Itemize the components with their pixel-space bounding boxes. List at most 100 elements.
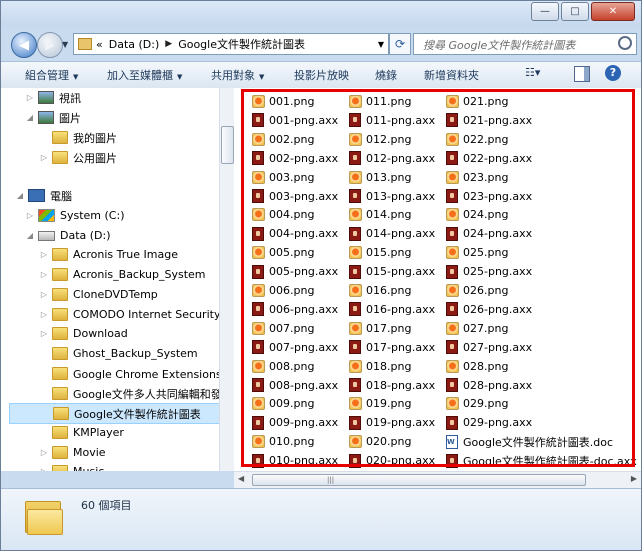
expander-icon[interactable]: ▷	[39, 250, 49, 259]
nav-item[interactable]: ▷ Music	[39, 462, 104, 471]
nav-item[interactable]: ▷ Movie	[39, 443, 106, 462]
expander-icon[interactable]: ▷	[39, 310, 49, 319]
nav-item-label: System (C:)	[60, 209, 125, 222]
expander-icon[interactable]: ▷	[39, 329, 49, 338]
nav-item[interactable]: ◢ Data (D:)	[25, 226, 111, 245]
nav-item[interactable]: KMPlayer	[39, 423, 124, 442]
folder-icon	[53, 407, 69, 420]
horizontal-scrollbar[interactable]: ◀ ||| ▶	[234, 471, 641, 488]
expander-icon[interactable]: ▷	[25, 211, 35, 220]
nav-item[interactable]: ▷ System (C:)	[25, 206, 125, 225]
minimize-button[interactable]: —	[531, 2, 559, 21]
highlight-box	[241, 89, 635, 467]
breadcrumb-folder[interactable]: Google文件製作統計圖表	[178, 36, 305, 52]
close-button[interactable]: ✕	[591, 2, 635, 21]
expander-icon[interactable]: ▷	[39, 467, 49, 471]
nav-item[interactable]: ▷ Acronis_Backup_System	[39, 265, 206, 284]
folder-icon	[52, 465, 68, 471]
burn-button[interactable]: 燒錄	[375, 67, 397, 83]
expander-icon[interactable]: ◢	[25, 231, 35, 240]
computer-icon	[28, 189, 45, 202]
nav-item-label: CloneDVDTemp	[73, 288, 158, 301]
folder-icon	[52, 151, 68, 164]
nav-item[interactable]: 我的圖片	[39, 128, 117, 147]
expander-icon[interactable]: ▷	[39, 448, 49, 457]
folder-icon	[52, 347, 68, 360]
nav-item-label: Ghost_Backup_System	[73, 347, 198, 360]
breadcrumb-drive[interactable]: Data (D:)	[109, 38, 160, 51]
video-icon	[38, 91, 54, 104]
history-dropdown-icon[interactable]: ▼	[62, 40, 68, 49]
address-prefix[interactable]: «	[96, 38, 103, 51]
back-button[interactable]: ◀	[11, 32, 37, 58]
expander-icon[interactable]: ▷	[39, 270, 49, 279]
nav-item-label: Google Chrome Extensions(二)	[73, 367, 234, 381]
preview-pane-button[interactable]	[574, 66, 590, 82]
folder-icon	[52, 426, 68, 439]
nav-item[interactable]: ▷ 公用圖片	[39, 148, 117, 167]
share-with-button[interactable]: 共用對象 ▼	[211, 67, 264, 83]
system-drive-icon	[38, 209, 55, 222]
folder-icon	[52, 367, 68, 380]
nav-item[interactable]: ◢ 圖片	[25, 108, 81, 127]
scrollbar-thumb[interactable]: |||	[252, 474, 586, 486]
refresh-button[interactable]: ⟳	[389, 33, 411, 55]
search-icon[interactable]	[618, 36, 632, 50]
folder-icon	[52, 288, 68, 301]
nav-item-label: 圖片	[59, 111, 81, 125]
nav-item-label: Google文件製作統計圖表	[74, 407, 201, 421]
navigation-bar: ◀ ▶ ▼ « Data (D:) ▶ Google文件製作統計圖表 ▼ ⟳ 搜…	[1, 27, 641, 61]
details-pane: 60 個項目	[1, 488, 641, 550]
slideshow-button[interactable]: 投影片放映	[294, 67, 349, 83]
include-in-library-button[interactable]: 加入至媒體櫃 ▼	[107, 67, 182, 83]
address-bar[interactable]: « Data (D:) ▶ Google文件製作統計圖表 ▼	[73, 33, 389, 55]
nav-item-label: 視訊	[59, 91, 81, 105]
refresh-icon: ⟳	[394, 37, 406, 51]
new-folder-button[interactable]: 新增資料夾	[424, 67, 479, 83]
folder-icon	[52, 327, 68, 340]
expander-icon[interactable]: ▷	[39, 290, 49, 299]
nav-item[interactable]: ▷ 視訊	[25, 88, 81, 107]
search-input[interactable]: 搜尋 Google文件製作統計圖表	[413, 33, 637, 55]
forward-arrow-icon: ▶	[45, 37, 55, 53]
address-dropdown-icon[interactable]: ▼	[378, 40, 384, 49]
maximize-button[interactable]: □	[561, 2, 589, 21]
nav-item[interactable]: Ghost_Backup_System	[39, 344, 198, 363]
window-controls: — □ ✕	[529, 2, 635, 21]
organize-button[interactable]: 組合管理 ▼	[25, 67, 78, 83]
help-button[interactable]: ?	[605, 65, 621, 81]
nav-item[interactable]: Google文件多人共同編輯和發佈	[39, 384, 233, 403]
scrollbar-thumb[interactable]	[221, 126, 234, 164]
folder-icon	[52, 268, 68, 281]
nav-item[interactable]: ▷ COMODO Internet Security	[39, 305, 220, 324]
chevron-down-icon: ▼	[177, 73, 183, 81]
grip-icon: |||	[327, 476, 335, 484]
expander-icon[interactable]: ▷	[25, 93, 35, 102]
command-toolbar: 組合管理 ▼ 加入至媒體櫃 ▼ 共用對象 ▼ 投影片放映 燒錄 新增資料夾 ☷▾ ?	[1, 61, 641, 89]
include-library-label: 加入至媒體櫃	[107, 69, 173, 82]
nav-item[interactable]: ◢ 電腦	[15, 186, 72, 205]
forward-button[interactable]: ▶	[37, 32, 63, 58]
nav-item[interactable]: ▷ Acronis True Image	[39, 245, 178, 264]
folder-icon	[78, 38, 92, 50]
item-count: 60 個項目	[81, 499, 132, 512]
navigation-scrollbar[interactable]	[219, 88, 234, 471]
folder-icon	[52, 308, 68, 321]
expander-icon[interactable]: ◢	[25, 113, 35, 122]
nav-item[interactable]: Google文件製作統計圖表	[9, 403, 233, 424]
scroll-right-icon[interactable]: ▶	[631, 474, 637, 483]
title-bar: — □ ✕	[1, 1, 641, 27]
nav-item[interactable]: ▷ Download	[39, 324, 128, 343]
nav-item[interactable]: Google Chrome Extensions(二)	[39, 364, 234, 383]
pictures-icon	[38, 111, 54, 124]
nav-item-label: COMODO Internet Security	[73, 308, 221, 321]
nav-item-label: Music	[73, 465, 104, 471]
expander-icon[interactable]: ◢	[15, 191, 25, 200]
expander-icon[interactable]: ▷	[39, 153, 49, 162]
chevron-right-icon[interactable]: ▶	[165, 39, 172, 49]
scroll-left-icon[interactable]: ◀	[238, 474, 244, 483]
back-arrow-icon: ◀	[19, 37, 29, 53]
change-view-button[interactable]: ☷▾	[525, 66, 547, 82]
folder-icon	[52, 387, 68, 400]
nav-item[interactable]: ▷ CloneDVDTemp	[39, 285, 158, 304]
